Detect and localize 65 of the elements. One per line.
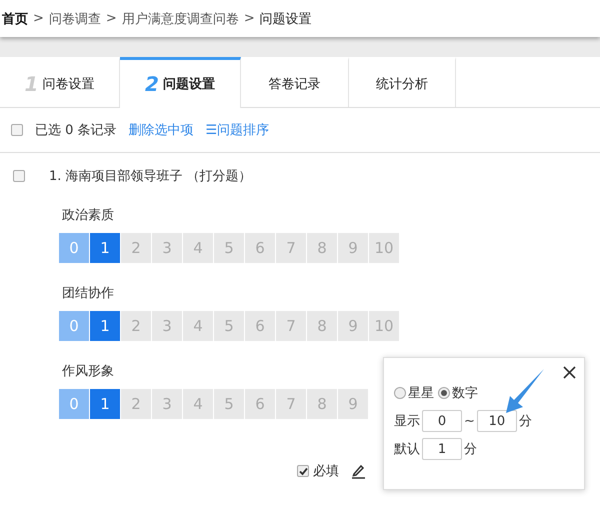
close-icon[interactable] xyxy=(563,366,576,379)
score-option[interactable]: 1 xyxy=(90,233,120,263)
criterion-label: 作风形象 xyxy=(62,363,114,380)
checkbox[interactable] xyxy=(13,170,25,182)
score-option[interactable]: 10 xyxy=(369,233,399,263)
pencil-icon[interactable] xyxy=(351,463,367,479)
score-option[interactable]: 7 xyxy=(276,311,306,341)
radio-label: 数字 xyxy=(452,385,478,402)
tilde: ~ xyxy=(464,414,475,428)
score-option[interactable]: 7 xyxy=(276,233,306,263)
score-option[interactable]: 3 xyxy=(152,233,182,263)
score-option[interactable]: 5 xyxy=(214,311,244,341)
delete-link[interactable]: 删除选中项 xyxy=(128,121,194,139)
score-option[interactable]: 5 xyxy=(214,389,244,419)
score-option[interactable]: 4 xyxy=(183,389,213,419)
score-option[interactable]: 9 xyxy=(338,311,368,341)
selection-count: 已选 0 条记录 xyxy=(35,122,117,139)
min-input[interactable]: 0 xyxy=(422,410,462,432)
max-input[interactable]: 10 xyxy=(476,410,517,432)
radio-button[interactable] xyxy=(394,387,406,399)
score-option[interactable]: 8 xyxy=(307,389,337,419)
breadcrumb-link[interactable]: 问卷调查 xyxy=(48,10,101,28)
score-option[interactable]: 3 xyxy=(152,311,182,341)
score-option[interactable]: 0 xyxy=(59,389,89,419)
score-option[interactable]: 1 xyxy=(90,311,120,341)
breadcrumb-link[interactable]: 用户满意度调查问卷 xyxy=(122,10,239,28)
score-option[interactable]: 1 xyxy=(90,389,120,419)
breadcrumb-separator: > xyxy=(244,11,255,26)
unit-label: 分 xyxy=(518,413,532,430)
score-option[interactable]: 8 xyxy=(307,311,337,341)
breadcrumb-separator: > xyxy=(33,11,44,26)
tab[interactable]: 2 问题设置 xyxy=(120,57,241,108)
checkbox[interactable] xyxy=(297,465,309,477)
default-input[interactable]: 1 xyxy=(422,438,462,460)
score-option[interactable]: 3 xyxy=(152,389,182,419)
required-label: 必填 xyxy=(313,463,339,480)
unit-label: 分 xyxy=(464,441,477,458)
score-option[interactable]: 2 xyxy=(121,311,151,341)
score-option[interactable]: 6 xyxy=(245,389,275,419)
score-option[interactable]: 2 xyxy=(121,233,151,263)
score-option[interactable]: 10 xyxy=(369,311,399,341)
score-option[interactable]: 4 xyxy=(183,233,213,263)
default-label: 默认 xyxy=(394,441,420,458)
score-option[interactable]: 2 xyxy=(121,389,151,419)
range-label: 显示 xyxy=(394,413,420,430)
radio-button[interactable] xyxy=(438,387,450,399)
score-option[interactable]: 9 xyxy=(338,233,368,263)
score-option[interactable]: 5 xyxy=(214,233,244,263)
sort-link[interactable]: ☰问题排序 xyxy=(206,121,270,139)
breadcrumb-separator: > xyxy=(106,11,117,26)
score-option[interactable]: 0 xyxy=(59,311,89,341)
breadcrumb-current: 问题设置 xyxy=(260,10,312,28)
score-option[interactable]: 6 xyxy=(245,311,275,341)
breadcrumb-link[interactable]: 首页 xyxy=(2,10,28,28)
score-option[interactable]: 6 xyxy=(245,233,275,263)
radio-label: 星星 xyxy=(408,385,434,402)
score-option[interactable]: 7 xyxy=(276,389,306,419)
criterion-label: 团结协作 xyxy=(62,285,114,302)
score-option[interactable]: 9 xyxy=(338,389,368,419)
score-option[interactable]: 0 xyxy=(59,233,89,263)
checkbox[interactable] xyxy=(11,124,23,136)
score-option[interactable]: 4 xyxy=(183,311,213,341)
score-option[interactable]: 8 xyxy=(307,233,337,263)
criterion-label: 政治素质 xyxy=(62,207,114,224)
question-title: 1. 海南项目部领导班子 （打分题） xyxy=(49,168,252,185)
